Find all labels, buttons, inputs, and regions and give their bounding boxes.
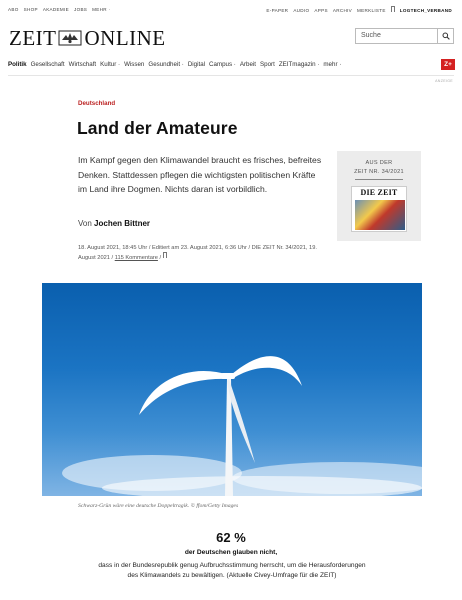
top-link-abo[interactable]: ABO (8, 7, 19, 12)
top-link-jobs[interactable]: JOBS (74, 7, 87, 12)
comments-link[interactable]: 115 Kommentare (115, 255, 158, 261)
search-input[interactable]: Suche (356, 29, 437, 43)
publish-date: 18. August 2021, 18:45 Uhr (78, 245, 148, 251)
eagle-crest-icon (58, 30, 82, 46)
article-meta: 18. August 2021, 18:45 Uhr / Editiert am… (78, 245, 317, 261)
search-icon (442, 32, 450, 40)
source-zeit: DIE ZEIT (251, 245, 275, 251)
article-title: Land der Amateure (77, 118, 238, 138)
nav-item-wirtschaft[interactable]: Wirtschaft (69, 61, 97, 73)
nav-item-digital[interactable]: Digital (188, 61, 205, 73)
article-summary: Im Kampf gegen den Klimawandel braucht e… (78, 155, 322, 194)
nav-item-sport[interactable]: Sport (260, 61, 275, 73)
nav-item-campus[interactable]: Campus · (209, 61, 236, 73)
issue-divider (355, 179, 403, 180)
edit-date: Editiert am 23. August 2021, 6:36 Uhr (152, 245, 247, 251)
image-caption: Schwarz-Grün wäre eine deutsche Doppeltr… (78, 503, 239, 509)
top-link-apps[interactable]: APPS (314, 8, 327, 13)
issue-label-line2: ZEIT NR. 34/2021 (354, 169, 404, 175)
top-link-mehr[interactable]: MEHR · (92, 7, 110, 12)
top-link-shop[interactable]: SHOP (24, 7, 38, 12)
poll-label: der Deutschen glauben nicht, (184, 549, 278, 556)
poll-text: dass in der Bundesrepublik genug Aufbruc… (98, 562, 366, 579)
logo-text-zeit: ZEIT (9, 25, 57, 50)
issue-label-line1: AUS DER (365, 160, 393, 166)
top-link-merkliste[interactable]: MERKLISTE (357, 8, 386, 13)
nav-divider (8, 75, 454, 76)
nav-item-arbeit[interactable]: Arbeit (240, 61, 256, 73)
issue-teaser[interactable]: AUS DER ZEIT NR. 34/2021 DIE ZEIT (337, 151, 421, 241)
top-utility-bar: ABO SHOP AKADEMIE JOBS MEHR · E-PAPER AU… (0, 0, 462, 18)
top-link-akademie[interactable]: AKADEMIE (43, 7, 69, 12)
cover-masthead: DIE ZEIT (360, 187, 398, 197)
poll-value: 62 % (216, 530, 246, 545)
nav-item-gesellschaft[interactable]: Gesellschaft (31, 61, 65, 73)
cover-photo (355, 199, 405, 230)
author-line: Von Jochen Bittner (78, 219, 150, 228)
nav-item-mehr[interactable]: mehr · (323, 61, 341, 73)
article-kicker[interactable]: Deutschland (78, 100, 115, 107)
nav-item-gesundheit[interactable]: Gesundheit · (148, 61, 183, 73)
issue-cover-image[interactable]: DIE ZEIT (351, 185, 407, 232)
nav-item-kultur[interactable]: Kultur · (100, 61, 120, 73)
author-prefix: Von (78, 219, 92, 228)
search-box: Suche (355, 28, 454, 44)
user-account-link[interactable]: LOGTECH_VERBAND (400, 8, 452, 13)
nav-item-zeitmagazin[interactable]: ZEITmagazin · (279, 61, 320, 73)
nav-item-wissen[interactable]: Wissen (124, 61, 144, 73)
bookmark-icon[interactable] (390, 6, 395, 12)
top-link-epaper[interactable]: E-PAPER (266, 8, 288, 13)
top-link-archiv[interactable]: ARCHIV (333, 8, 352, 13)
article-bookmark-icon[interactable] (162, 252, 167, 258)
top-link-audio[interactable]: AUDIO (293, 8, 309, 13)
site-logo[interactable]: ZEIT ONLINE (9, 25, 166, 50)
top-left-links: ABO SHOP AKADEMIE JOBS MEHR · (8, 7, 110, 12)
wind-turbine-illustration (62, 356, 422, 496)
search-button[interactable] (437, 29, 453, 43)
main-navigation: Politik Gesellschaft Wirtschaft Kultur ·… (8, 61, 454, 73)
top-right-links: E-PAPER AUDIO APPS ARCHIV MERKLISTE LOGT… (266, 6, 452, 13)
logo-text-online: ONLINE (84, 25, 166, 50)
ad-label: ANZEIGE (435, 79, 453, 83)
author-link[interactable]: Jochen Bittner (94, 219, 150, 228)
hero-image (42, 283, 422, 496)
zplus-button[interactable]: Z+ (441, 59, 455, 70)
nav-item-politik[interactable]: Politik (8, 61, 27, 73)
